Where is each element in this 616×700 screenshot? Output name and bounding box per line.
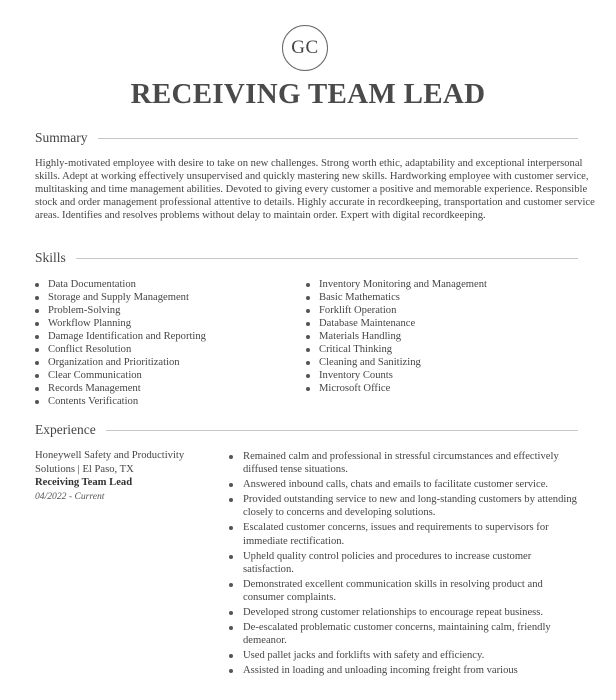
skill-item: Conflict Resolution bbox=[35, 343, 206, 356]
skill-item: Records Management bbox=[35, 382, 206, 395]
skills-section-header: Skills bbox=[35, 250, 578, 266]
job-bullets: Remained calm and professional in stress… bbox=[229, 450, 584, 680]
skill-item: Organization and Prioritization bbox=[35, 356, 206, 369]
experience-section-header: Experience bbox=[35, 422, 578, 438]
job-bullet: Remained calm and professional in stress… bbox=[229, 450, 584, 476]
skill-item: Inventory Monitoring and Management bbox=[306, 278, 487, 291]
job-meta: Honeywell Safety and Productivity Soluti… bbox=[35, 449, 215, 503]
summary-section-header: Summary bbox=[35, 130, 578, 146]
skill-item: Contents Verification bbox=[35, 395, 206, 408]
summary-text: Highly-motivated employee with desire to… bbox=[35, 158, 595, 222]
skills-heading: Skills bbox=[35, 250, 66, 265]
company-name: Honeywell Safety and Productivity Soluti… bbox=[35, 450, 185, 475]
job-bullet: Answered inbound calls, chats and emails… bbox=[229, 478, 584, 491]
job-bullet: De-escalated problematic customer concer… bbox=[229, 621, 584, 647]
initials-monogram: GC bbox=[282, 25, 328, 71]
summary-heading: Summary bbox=[35, 130, 88, 145]
section-divider bbox=[97, 137, 578, 139]
skill-item: Problem-Solving bbox=[35, 304, 206, 317]
skill-item: Critical Thinking bbox=[306, 343, 487, 356]
job-bullet: Demonstrated excellent communication ski… bbox=[229, 578, 584, 604]
skill-item: Basic Mathematics bbox=[306, 291, 487, 304]
skill-item: Inventory Counts bbox=[306, 369, 487, 382]
job-title: Receiving Team Lead bbox=[35, 477, 133, 488]
job-bullet: Used pallet jacks and forklifts with saf… bbox=[229, 649, 584, 662]
skill-item: Workflow Planning bbox=[35, 317, 206, 330]
skills-list-left: Data Documentation Storage and Supply Ma… bbox=[35, 278, 206, 408]
skill-item: Storage and Supply Management bbox=[35, 291, 206, 304]
skill-item: Microsoft Office bbox=[306, 382, 487, 395]
section-divider bbox=[75, 257, 578, 259]
section-divider bbox=[105, 429, 578, 431]
skill-item: Forklift Operation bbox=[306, 304, 487, 317]
job-bullet: Escalated customer concerns, issues and … bbox=[229, 521, 584, 547]
initials-text: GC bbox=[291, 37, 319, 58]
skill-item: Database Maintenance bbox=[306, 317, 487, 330]
skill-item: Cleaning and Sanitizing bbox=[306, 356, 487, 369]
skill-item: Damage Identification and Reporting bbox=[35, 330, 206, 343]
skills-list-right: Inventory Monitoring and Management Basi… bbox=[306, 278, 487, 395]
skill-item: Data Documentation bbox=[35, 278, 206, 291]
job-dates: 04/2022 - Current bbox=[35, 490, 105, 502]
skill-item: Clear Communication bbox=[35, 369, 206, 382]
resume-job-title: RECEIVING TEAM LEAD bbox=[130, 78, 486, 110]
job-bullet: Upheld quality control policies and proc… bbox=[229, 550, 584, 576]
experience-heading: Experience bbox=[35, 422, 96, 437]
job-bullet: Assisted in loading and unloading incomi… bbox=[229, 664, 584, 677]
job-bullet: Provided outstanding service to new and … bbox=[229, 493, 584, 519]
job-bullet: Developed strong customer relationships … bbox=[229, 606, 584, 619]
skill-item: Materials Handling bbox=[306, 330, 487, 343]
